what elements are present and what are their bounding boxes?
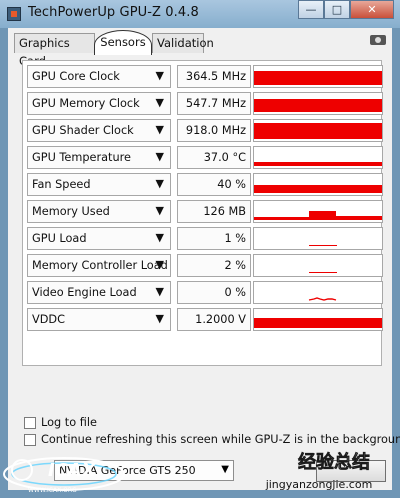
sensor-value: 1 %: [177, 227, 251, 250]
sensor-graph: [253, 200, 383, 223]
sensor-graph: [253, 119, 383, 142]
watermark-cn: 经验总结: [298, 451, 370, 473]
sensor-value: 2 %: [177, 254, 251, 277]
sensor-row-vddc: VDDC ▼ 1.2000 V: [27, 308, 383, 331]
watermark-url: jingyanzongjie.com: [265, 478, 373, 491]
sensor-value: 918.0 MHz: [177, 119, 251, 142]
sensor-value: 0 %: [177, 281, 251, 304]
sensor-row-gpu-memory-clock: GPU Memory Clock ▼ 547.7 MHz: [27, 92, 383, 115]
sensor-label-dropdown[interactable]: Memory Used ▼: [27, 200, 171, 223]
tab-validation[interactable]: Validation: [152, 33, 214, 53]
title-bar[interactable]: TechPowerUp GPU-Z 0.4.8 — □ ✕: [0, 0, 400, 28]
sensor-graph: [253, 173, 383, 196]
sensor-label-dropdown[interactable]: GPU Memory Clock ▼: [27, 92, 171, 115]
sensor-label-dropdown[interactable]: Video Engine Load ▼: [27, 281, 171, 304]
log-to-file-checkbox[interactable]: [24, 417, 36, 429]
sensor-value: 126 MB: [177, 200, 251, 223]
sensor-graph: [253, 308, 383, 331]
sensor-value: 40 %: [177, 173, 251, 196]
close-window-button[interactable]: ✕: [350, 0, 394, 19]
sensor-label-dropdown[interactable]: Fan Speed ▼: [27, 173, 171, 196]
sensor-label-dropdown[interactable]: GPU Shader Clock ▼: [27, 119, 171, 142]
gpuz-app-icon: [7, 7, 21, 21]
site-watermark: 经验总结 jingyanzongjie.com: [265, 451, 373, 491]
window-title: TechPowerUp GPU-Z 0.4.8: [28, 5, 199, 20]
dropdown-arrow-icon: ▼: [155, 123, 164, 136]
sensor-label-dropdown[interactable]: VDDC ▼: [27, 308, 171, 331]
sensor-label-dropdown[interactable]: GPU Core Clock ▼: [27, 65, 171, 88]
dropdown-arrow-icon: ▼: [155, 177, 164, 190]
continue-refreshing-checkbox[interactable]: [24, 434, 36, 446]
sensor-value: 364.5 MHz: [177, 65, 251, 88]
sensor-graph: [253, 146, 383, 169]
minimize-button[interactable]: —: [298, 0, 324, 19]
tab-sensors[interactable]: Sensors: [94, 30, 152, 55]
sensor-row-memory-controller-load: Memory Controller Load ▼ 2 %: [27, 254, 383, 277]
tab-graphics-card[interactable]: Graphics Card: [14, 33, 95, 68]
maximize-button[interactable]: □: [324, 0, 350, 19]
dropdown-arrow-icon: ▼: [155, 312, 164, 325]
sensor-graph: [253, 65, 383, 88]
sensor-value: 1.2000 V: [177, 308, 251, 331]
sensor-row-gpu-load: GPU Load ▼ 1 %: [27, 227, 383, 250]
sensor-row-gpu-core-clock: GPU Core Clock ▼ 364.5 MHz: [27, 65, 383, 88]
logo-subtext: WWW.ICAX.ORG: [28, 487, 77, 494]
sensor-graph: [253, 254, 383, 277]
dropdown-arrow-icon: ▼: [155, 96, 164, 109]
dropdown-arrow-icon: ▼: [155, 69, 164, 82]
sensor-label-dropdown[interactable]: Memory Controller Load ▼: [27, 254, 171, 277]
screenshot-camera-icon[interactable]: [370, 35, 386, 45]
sensor-value: 37.0 °C: [177, 146, 251, 169]
sensor-graph: [253, 281, 383, 304]
dropdown-arrow-icon: ▼: [155, 258, 164, 271]
dropdown-arrow-icon: ▼: [155, 150, 164, 163]
sensor-row-gpu-shader-clock: GPU Shader Clock ▼ 918.0 MHz: [27, 119, 383, 142]
dropdown-arrow-icon: ▼: [221, 464, 229, 475]
sensor-row-gpu-temperature: GPU Temperature ▼ 37.0 °C: [27, 146, 383, 169]
sensor-row-memory-used: Memory Used ▼ 126 MB: [27, 200, 383, 223]
sensors-panel: GPU Core Clock ▼ 364.5 MHz GPU Memory Clo…: [22, 60, 383, 366]
dropdown-arrow-icon: ▼: [155, 285, 164, 298]
icax-logo: ICAX WWW.ICAX.ORG: [3, 457, 125, 494]
sensor-label-dropdown[interactable]: GPU Temperature ▼: [27, 146, 171, 169]
client-area: Graphics Card Sensors Validation GPU Cor…: [8, 28, 400, 490]
sensor-graph: [253, 227, 383, 250]
sensor-row-fan-speed: Fan Speed ▼ 40 %: [27, 173, 383, 196]
window-controls: — □ ✕: [298, 0, 394, 20]
sensor-label-dropdown[interactable]: GPU Load ▼: [27, 227, 171, 250]
gpuz-window: TechPowerUp GPU-Z 0.4.8 — □ ✕ Graphics C…: [0, 0, 400, 498]
sensor-graph: [253, 92, 383, 115]
dropdown-arrow-icon: ▼: [155, 231, 164, 244]
sensor-row-video-engine-load: Video Engine Load ▼ 0 %: [27, 281, 383, 304]
logo-text: ICAX: [48, 460, 97, 481]
sensor-value: 547.7 MHz: [177, 92, 251, 115]
dropdown-arrow-icon: ▼: [155, 204, 164, 217]
